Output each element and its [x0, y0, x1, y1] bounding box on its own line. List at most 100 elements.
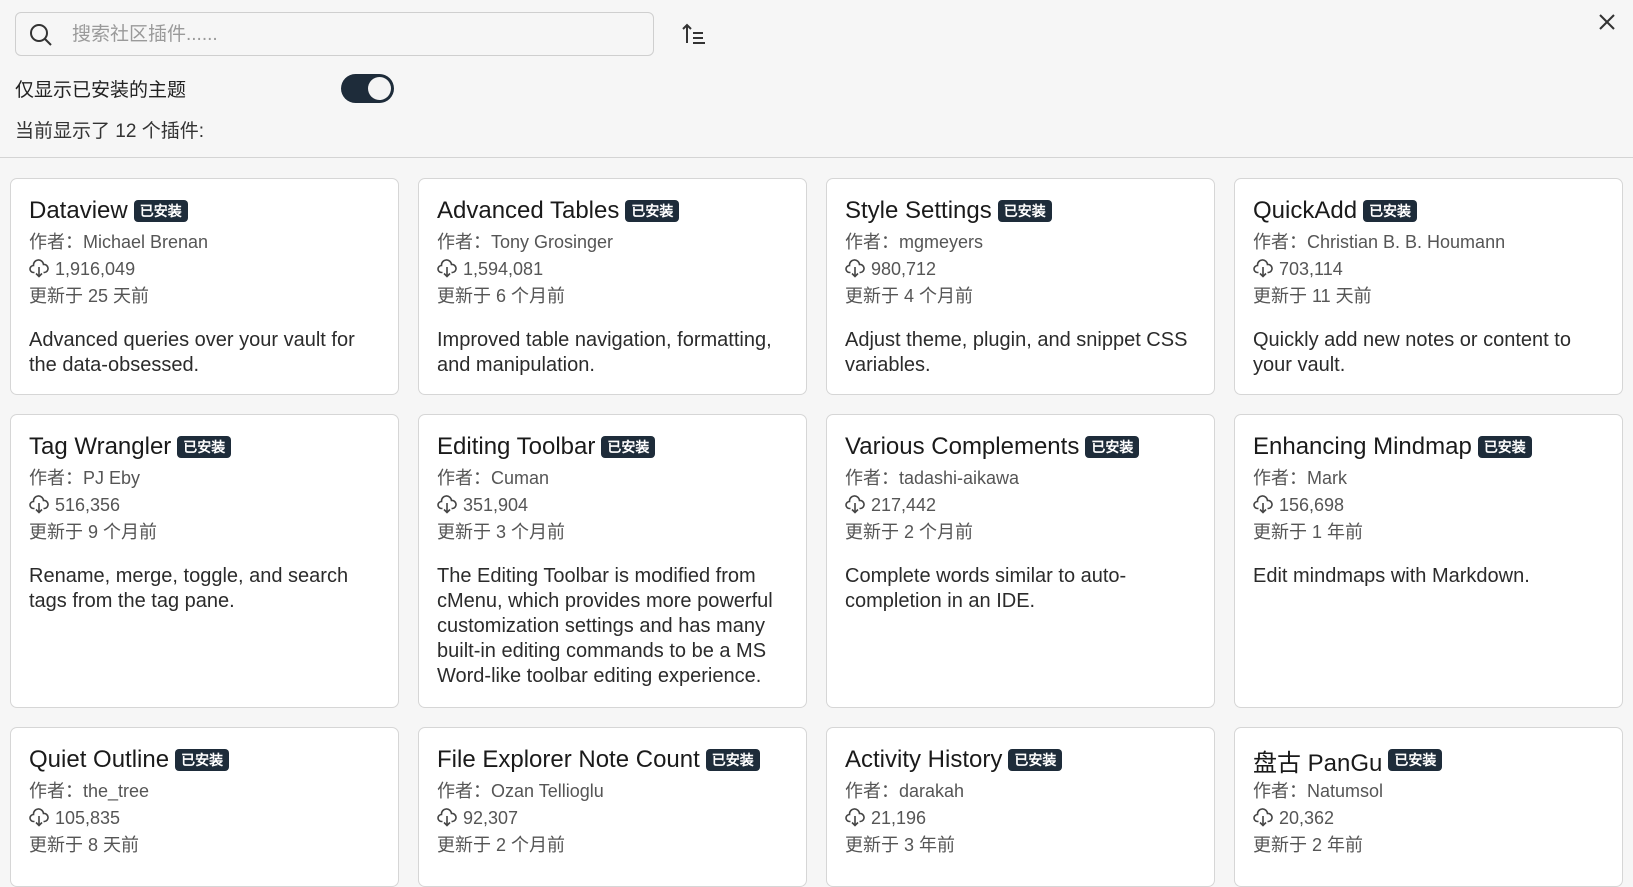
download-count: 92,307 [463, 808, 519, 828]
plugin-downloads: 1,594,081 [437, 257, 788, 281]
author-prefix: 作者： [845, 468, 899, 488]
search-box[interactable] [15, 12, 654, 56]
plugin-title-line: Enhancing Mindmap 已安装 [1253, 431, 1604, 463]
installed-badge: 已安装 [133, 200, 188, 222]
plugin-author: 作者：the_tree [29, 779, 380, 803]
author-name: Natumsol [1307, 781, 1384, 801]
plugin-updated: 更新于 1 年前 [1253, 522, 1364, 542]
search-icon [30, 24, 52, 46]
plugin-count: 当前显示了 12 个插件: [15, 121, 204, 142]
download-icon [437, 495, 457, 514]
author-prefix: 作者： [29, 781, 83, 801]
author-name: Cuman [491, 468, 550, 488]
toggle-knob [368, 77, 391, 100]
plugin-name: Advanced Tables [437, 197, 620, 224]
author-name: Tony Grosinger [491, 232, 614, 252]
plugin-card[interactable]: Advanced Tables 已安装 作者：Tony Grosinger 1,… [418, 178, 807, 395]
plugin-title-line: Various Complements 已安装 [845, 431, 1196, 463]
search-input[interactable] [70, 19, 644, 51]
plugin-name: Style Settings [845, 197, 992, 224]
download-icon [437, 259, 457, 278]
plugin-author: 作者：tadashi-aikawa [845, 466, 1196, 490]
plugin-name: Enhancing Mindmap [1253, 433, 1472, 460]
plugin-card[interactable]: Style Settings 已安装 作者：mgmeyers 980,712 更… [826, 178, 1215, 395]
author-prefix: 作者： [437, 468, 491, 488]
installed-filter-label: 仅显示已安装的主题 [15, 80, 187, 101]
installed-badge: 已安装 [175, 749, 230, 771]
plugin-updated: 更新于 2 个月前 [845, 522, 974, 542]
author-prefix: 作者： [1253, 781, 1307, 801]
plugin-name: Quiet Outline [29, 746, 170, 773]
download-count: 1,594,081 [463, 259, 544, 279]
plugin-card[interactable]: File Explorer Note Count 已安装 作者：Ozan Tel… [418, 727, 807, 887]
plugin-description: Improved table navigation, formatting, a… [437, 329, 772, 376]
installed-filter-toggle[interactable] [341, 74, 394, 103]
download-icon [437, 808, 457, 827]
plugin-name: File Explorer Note Count [437, 746, 700, 773]
plugin-updated: 更新于 3 个月前 [437, 522, 566, 542]
plugin-author: 作者：PJ Eby [29, 466, 380, 490]
download-count: 703,114 [1279, 259, 1343, 279]
plugin-name: Various Complements [845, 433, 1080, 460]
plugin-title-line: Quiet Outline 已安装 [29, 744, 380, 776]
installed-badge: 已安装 [1008, 749, 1063, 771]
plugin-downloads: 351,904 [437, 493, 788, 517]
close-icon[interactable] [1595, 10, 1619, 34]
plugin-card[interactable]: Quiet Outline 已安装 作者：the_tree 105,835 更新… [10, 727, 399, 887]
plugin-title-line: Tag Wrangler 已安装 [29, 431, 380, 463]
author-name: Michael Brenan [83, 232, 209, 252]
installed-badge: 已安装 [705, 749, 760, 771]
plugin-card[interactable]: Various Complements 已安装 作者：tadashi-aikaw… [826, 414, 1215, 708]
download-count: 156,698 [1279, 495, 1345, 515]
installed-badge: 已安装 [1388, 749, 1443, 771]
author-name: mgmeyers [899, 232, 984, 252]
plugin-downloads: 217,442 [845, 493, 1196, 517]
plugin-downloads: 20,362 [1253, 806, 1604, 830]
plugin-description: Edit mindmaps with Markdown. [1253, 565, 1530, 587]
plugin-downloads: 156,698 [1253, 493, 1604, 517]
author-name: darakah [899, 781, 965, 801]
installed-badge: 已安装 [177, 436, 232, 458]
installed-badge: 已安装 [1477, 436, 1532, 458]
author-name: Ozan Tellioglu [491, 781, 604, 801]
plugin-description: Adjust theme, plugin, and snippet CSS va… [845, 329, 1188, 376]
download-icon [845, 259, 865, 278]
plugin-name: Editing Toolbar [437, 433, 596, 460]
installed-badge: 已安装 [997, 200, 1052, 222]
plugin-card[interactable]: 盘古 PanGu 已安装 作者：Natumsol 20,362 更新于 2 年前 [1234, 727, 1623, 887]
plugin-name: Dataview [29, 197, 128, 224]
header: 仅显示已安装的主题 当前显示了 12 个插件: [0, 0, 1633, 158]
plugin-card[interactable]: Tag Wrangler 已安装 作者：PJ Eby 516,356 更新于 9… [10, 414, 399, 708]
download-icon [1253, 259, 1273, 278]
plugin-card[interactable]: QuickAdd 已安装 作者：Christian B. B. Houmann … [1234, 178, 1623, 395]
plugin-author: 作者：darakah [845, 779, 1196, 803]
plugin-downloads: 703,114 [1253, 257, 1604, 281]
plugin-downloads: 516,356 [29, 493, 380, 517]
installed-badge: 已安装 [625, 200, 680, 222]
download-count: 351,904 [463, 495, 529, 515]
download-count: 20,362 [1279, 808, 1335, 828]
plugin-updated: 更新于 2 年前 [1253, 835, 1364, 855]
plugin-card[interactable]: Activity History 已安装 作者：darakah 21,196 更… [826, 727, 1215, 887]
author-name: Mark [1307, 468, 1347, 488]
plugin-downloads: 105,835 [29, 806, 380, 830]
author-prefix: 作者： [845, 232, 899, 252]
plugin-title-line: Activity History 已安装 [845, 744, 1196, 776]
plugin-author: 作者：mgmeyers [845, 230, 1196, 254]
sort-icon[interactable] [681, 21, 709, 49]
download-icon [845, 495, 865, 514]
download-count: 217,442 [871, 495, 937, 515]
installed-badge: 已安装 [601, 436, 656, 458]
plugin-downloads: 21,196 [845, 806, 1196, 830]
download-icon [845, 808, 865, 827]
author-name: the_tree [83, 781, 150, 801]
plugin-card[interactable]: Editing Toolbar 已安装 作者：Cuman 351,904 更新于… [418, 414, 807, 708]
plugin-description: Complete words similar to auto-completio… [845, 565, 1127, 612]
plugin-title-line: File Explorer Note Count 已安装 [437, 744, 788, 776]
author-prefix: 作者： [1253, 232, 1307, 252]
plugin-updated: 更新于 11 天前 [1253, 286, 1372, 306]
plugin-card[interactable]: Enhancing Mindmap 已安装 作者：Mark 156,698 更新… [1234, 414, 1623, 708]
plugin-name: QuickAdd [1253, 197, 1358, 224]
plugin-card[interactable]: Dataview 已安装 作者：Michael Brenan 1,916,049… [10, 178, 399, 395]
download-icon [29, 495, 49, 514]
